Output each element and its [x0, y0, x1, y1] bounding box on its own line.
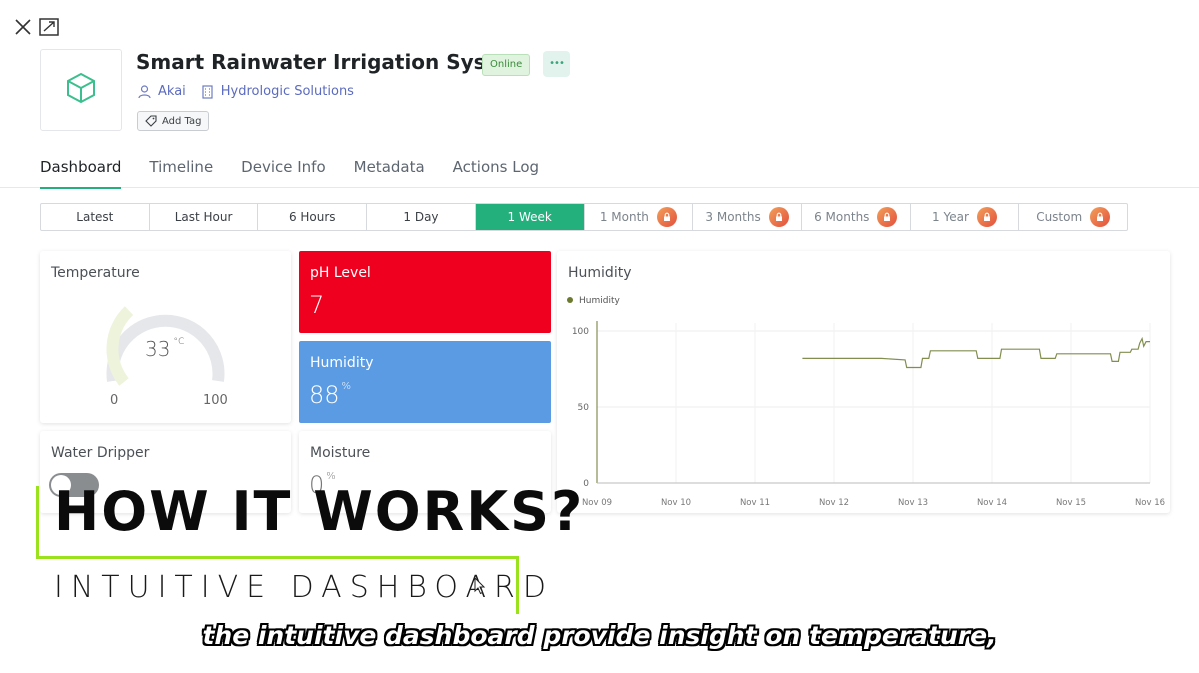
- tag-icon: [145, 115, 157, 127]
- x-tick-label: Nov 13: [898, 498, 928, 508]
- status-badge: Online: [482, 54, 531, 76]
- legend-label: Humidity: [579, 296, 620, 306]
- ph-value: 7: [309, 291, 325, 319]
- ph-level-tile: pH Level 7: [299, 251, 551, 333]
- x-tick-label: Nov 15: [1056, 498, 1086, 508]
- tab-device-info[interactable]: Device Info: [241, 152, 325, 187]
- lock-icon: [877, 207, 898, 227]
- humidity-chart-card: Humidity Humidity 0 50 100 Nov 09 Nov 10 Nov 1…: [557, 251, 1170, 513]
- add-tag-label: Add Tag: [162, 115, 202, 127]
- range-6-hours[interactable]: 6 Hours: [258, 204, 368, 230]
- close-icon[interactable]: [12, 16, 34, 38]
- gauge-min: 0: [110, 393, 119, 408]
- organization-link[interactable]: Hydrologic Solutions: [221, 84, 354, 99]
- tab-metadata[interactable]: Metadata: [354, 152, 425, 187]
- device-title: Smart Rainwater Irrigation System: [136, 50, 530, 74]
- temperature-readout: 33 °C: [145, 337, 184, 361]
- x-tick-label: Nov 09: [582, 498, 612, 508]
- device-meta: Akai Hydrologic Solutions: [137, 84, 354, 99]
- y-tick-label: 100: [572, 327, 589, 337]
- range-custom[interactable]: Custom: [1019, 204, 1127, 230]
- range-last-hour[interactable]: Last Hour: [150, 204, 259, 230]
- owner-link[interactable]: Akai: [158, 84, 186, 99]
- temperature-unit: °C: [173, 337, 185, 347]
- lock-icon: [768, 207, 789, 227]
- lock-icon: [976, 207, 997, 227]
- mouse-cursor-icon: [474, 576, 486, 599]
- y-tick-label: 50: [578, 403, 590, 413]
- range-6-months[interactable]: 6 Months: [802, 204, 911, 230]
- range-label: 6 Hours: [288, 210, 336, 224]
- range-label: Last Hour: [174, 210, 233, 224]
- building-icon: [200, 84, 215, 99]
- humidity-unit: %: [341, 381, 352, 392]
- range-1-month[interactable]: 1 Month: [585, 204, 694, 230]
- range-label: 6 Months: [814, 210, 870, 224]
- more-options-button[interactable]: •••: [543, 51, 570, 77]
- subtitle-caption: the intuitive dashboard provide insight …: [202, 621, 997, 650]
- ph-title: pH Level: [310, 265, 371, 281]
- moisture-title: Moisture: [310, 445, 371, 461]
- range-3-months[interactable]: 3 Months: [693, 204, 802, 230]
- temperature-card: Temperature 33 °C 0 100: [40, 251, 291, 423]
- range-label: 1 Day: [403, 210, 439, 224]
- range-label: 1 Year: [932, 210, 969, 224]
- x-tick-label: Nov 14: [977, 498, 1007, 508]
- tab-timeline[interactable]: Timeline: [149, 152, 213, 187]
- legend-marker: [567, 297, 573, 303]
- humidity-chart: Humidity050100Nov 09 Nov 10 Nov 11 Nov 12 No…: [567, 296, 1165, 508]
- lock-icon: [656, 207, 677, 227]
- x-tick-label: Nov 12: [819, 498, 849, 508]
- humidity-readout: 88%: [309, 381, 351, 409]
- range-label: Custom: [1036, 210, 1083, 224]
- range-1-year[interactable]: 1 Year: [911, 204, 1020, 230]
- x-tick-label: Nov 10: [661, 498, 691, 508]
- x-tick-label: Nov 11: [740, 498, 770, 508]
- tab-bar: Dashboard Timeline Device Info Metadata …: [40, 152, 567, 189]
- range-1-week[interactable]: 1 Week: [475, 204, 585, 230]
- x-tick-label: Nov 16: [1135, 498, 1165, 508]
- tab-dashboard[interactable]: Dashboard: [40, 152, 122, 189]
- expand-icon[interactable]: [38, 16, 60, 38]
- time-range-selector: Latest Last Hour 6 Hours 1 Day 1 Week 1 …: [40, 203, 1128, 231]
- cube-icon: [64, 71, 98, 109]
- overlay-heading: HOW IT WORKS?: [54, 480, 585, 543]
- temperature-value: 33: [145, 337, 171, 361]
- tab-actions-log[interactable]: Actions Log: [453, 152, 539, 187]
- range-label: Latest: [76, 210, 114, 224]
- range-label: 1 Week: [507, 210, 552, 224]
- lock-icon: [1090, 207, 1111, 227]
- water-dripper-title: Water Dripper: [51, 445, 150, 461]
- device-image: [40, 49, 122, 131]
- gauge-max: 100: [203, 393, 228, 408]
- humidity-title: Humidity: [310, 355, 374, 371]
- humidity-tile: Humidity 88%: [299, 341, 551, 423]
- humidity-value: 88: [309, 381, 340, 409]
- add-tag-button[interactable]: Add Tag: [137, 111, 210, 131]
- range-1-day[interactable]: 1 Day: [367, 204, 476, 230]
- user-icon: [137, 84, 152, 99]
- range-latest[interactable]: Latest: [41, 204, 150, 230]
- range-label: 1 Month: [599, 210, 649, 224]
- accent-bracket-bottom: [36, 556, 519, 559]
- range-label: 3 Months: [705, 210, 761, 224]
- humidity-series-line: [802, 336, 1150, 369]
- accent-bracket-left: [36, 486, 39, 558]
